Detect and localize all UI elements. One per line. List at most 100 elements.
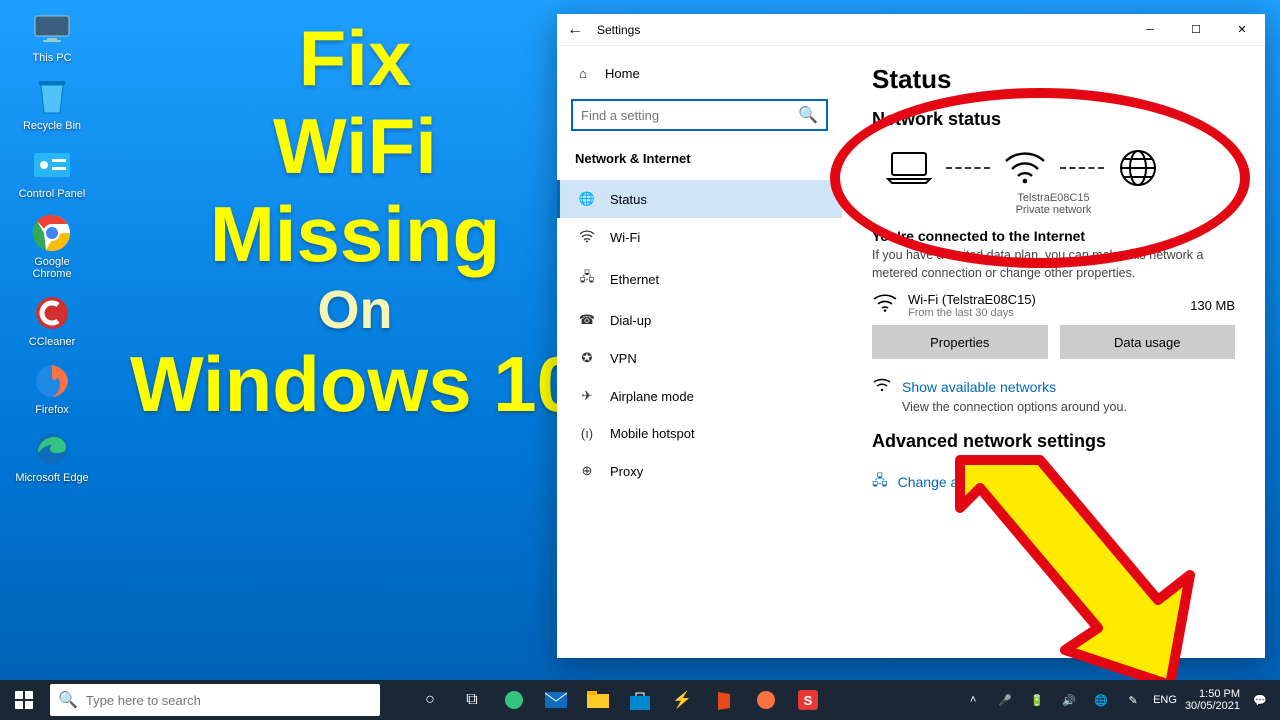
taskbar-pins: ○ ⧉ ⚡ S [410,680,828,720]
start-button[interactable] [0,680,48,720]
search-icon: 🔍 [58,690,78,710]
advanced-header: Advanced network settings [872,431,1235,452]
usage-sub: From the last 30 days [908,307,1036,319]
desktop-icon-chrome[interactable]: Google Chrome [14,212,90,280]
dialup-icon: ☎ [578,312,596,328]
show-networks-link[interactable]: Show available networks [872,377,1235,396]
taskbar-search[interactable]: 🔍 [50,684,380,716]
desktop-icons: This PC Recycle Bin Control Panel Google… [14,8,90,496]
tray-network-icon[interactable]: 🌐 [1089,680,1113,720]
data-usage-button[interactable]: Data usage [1060,325,1236,359]
page-title: Status [872,64,1235,95]
window-title: Settings [593,23,640,37]
bin-icon [31,76,73,118]
tray-clock[interactable]: 1:50 PM 30/05/2021 [1185,688,1240,712]
desktop-icon-edge[interactable]: Microsoft Edge [14,428,90,484]
connected-body: If you have a limited data plan, you can… [872,247,1235,282]
vpn-icon: ✪ [578,350,596,366]
wifi-large-icon [1004,151,1046,185]
edge-taskbar-icon[interactable] [494,680,534,720]
home-label: Home [605,66,640,81]
tutorial-headline: Fix WiFi Missing On Windows 10 [130,18,580,432]
snagit-icon[interactable]: S [788,680,828,720]
store-icon[interactable] [620,680,660,720]
maximize-button[interactable]: ☐ [1173,14,1219,46]
chrome-icon [31,212,73,254]
desktop: This PC Recycle Bin Control Panel Google… [0,0,1280,720]
usage-name: Wi-Fi (TelstraE08C15) [908,292,1036,307]
desktop-icon-ccleaner[interactable]: CCleaner [14,292,90,348]
network-diagram [886,148,1235,188]
section-header: Network & Internet [557,145,842,180]
settings-content: Status Network status TelstraE08C15 Priv… [842,46,1265,658]
usage-amount: 130 MB [1190,298,1235,313]
tray-volume-icon[interactable]: 🔊 [1057,680,1081,720]
office-icon[interactable] [704,680,744,720]
wifi-small-icon [872,293,898,318]
connected-header: You're connected to the Internet [872,228,1235,244]
tray-battery-icon[interactable]: 🔋 [1025,680,1049,720]
adapter-icon: 🖧 [872,470,888,494]
pc-icon [31,8,73,50]
nav-proxy[interactable]: ⊕Proxy [557,452,842,490]
nav-wifi[interactable]: Wi-Fi [557,218,842,257]
desktop-icon-label: Control Panel [19,188,86,200]
firefox-taskbar-icon[interactable] [746,680,786,720]
properties-button[interactable]: Properties [872,325,1048,359]
desktop-icon-control-panel[interactable]: Control Panel [14,144,90,200]
firefox-icon [31,360,73,402]
search-icon: 🔍 [798,105,818,125]
minimize-button[interactable]: ─ [1127,14,1173,46]
nav-hotspot[interactable]: (ı)Mobile hotspot [557,415,842,452]
close-button[interactable]: ✕ [1219,14,1265,46]
status-icon: 🌐 [578,191,596,207]
nav-status[interactable]: 🌐Status [557,180,842,218]
settings-window: ← Settings ─ ☐ ✕ ⌂ Home 🔍 Network & Inte… [557,14,1265,658]
nav-ethernet[interactable]: 🖧Ethernet [557,257,842,301]
tray-mic-icon[interactable]: 🎤 [993,680,1017,720]
ethernet-icon: 🖧 [578,268,596,290]
desktop-icon-label: This PC [32,52,71,64]
home-link[interactable]: ⌂ Home [557,58,842,89]
desktop-icon-recycle-bin[interactable]: Recycle Bin [14,76,90,132]
wifi-small-icon [872,377,892,396]
settings-sidebar: ⌂ Home 🔍 Network & Internet 🌐Status Wi-F… [557,46,842,658]
proxy-icon: ⊕ [578,463,596,479]
svg-text:S: S [804,693,813,708]
tray-chevron-icon[interactable]: ˄ [961,680,985,720]
taskbar-search-input[interactable] [86,693,372,708]
settings-search-input[interactable] [581,108,798,123]
back-button[interactable]: ← [557,21,593,39]
action-center-icon[interactable]: 💬 [1248,680,1272,720]
desktop-icon-firefox[interactable]: Firefox [14,360,90,416]
laptop-icon [886,151,932,185]
titlebar: ← Settings ─ ☐ ✕ [557,14,1265,46]
hotspot-icon: (ı) [578,426,596,441]
desktop-icon-label: Microsoft Edge [15,472,88,484]
system-tray: ˄ 🎤 🔋 🔊 🌐 ✎ ENG 1:50 PM 30/05/2021 💬 [961,680,1280,720]
taskbar: 🔍 ○ ⧉ ⚡ S ˄ 🎤 🔋 🔊 🌐 ✎ ENG 1:50 PM 30/ [0,680,1280,720]
explorer-icon[interactable] [578,680,618,720]
edge-icon [31,428,73,470]
nav-dialup[interactable]: ☎Dial-up [557,301,842,339]
nav-airplane[interactable]: ✈Airplane mode [557,377,842,415]
desktop-icon-label: Google Chrome [14,256,90,280]
mail-icon[interactable] [536,680,576,720]
nav-vpn[interactable]: ✪VPN [557,339,842,377]
desktop-icon-this-pc[interactable]: This PC [14,8,90,64]
app-icon[interactable]: ⚡ [662,680,702,720]
show-networks-sub: View the connection options around you. [902,399,1235,417]
tray-language[interactable]: ENG [1153,694,1177,706]
task-view-icon[interactable]: ⧉ [452,680,492,720]
tray-ime-icon[interactable]: ✎ [1121,680,1145,720]
change-adapter-link[interactable]: 🖧 Change adapter options [872,470,1235,494]
connection-line [946,167,990,169]
cortana-icon[interactable]: ○ [410,680,450,720]
control-panel-icon [31,144,73,186]
usage-row: Wi-Fi (TelstraE08C15) From the last 30 d… [872,292,1235,319]
connection-line [1060,167,1104,169]
home-icon: ⌂ [575,66,591,81]
network-status-header: Network status [872,109,1235,130]
ccleaner-icon [31,292,73,334]
settings-search[interactable]: 🔍 [571,99,828,131]
